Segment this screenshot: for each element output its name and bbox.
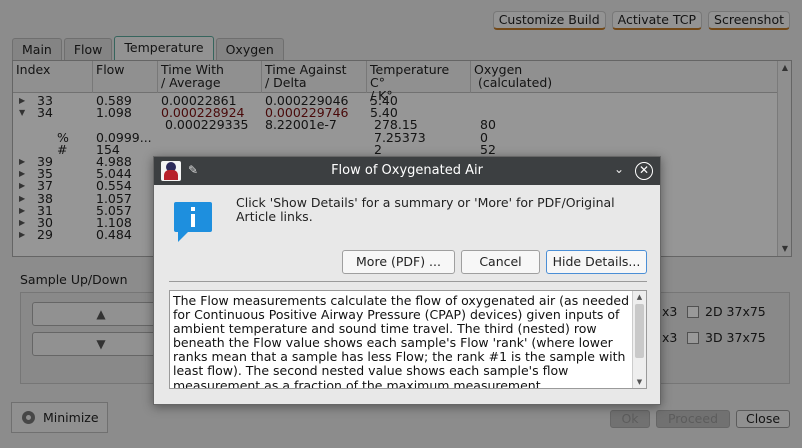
- scroll-down-icon[interactable]: ▼: [633, 376, 646, 388]
- hide-details-button[interactable]: Hide Details...: [546, 250, 647, 274]
- details-scrollbar[interactable]: ▲ ▼: [632, 291, 646, 388]
- dialog-title: Flow of Oxygenated Air: [331, 163, 483, 178]
- more-pdf-button[interactable]: More (PDF) ...: [342, 250, 455, 274]
- divider: [169, 281, 647, 282]
- info-icon: [172, 202, 216, 245]
- close-icon[interactable]: ✕: [635, 162, 653, 180]
- details-textarea[interactable]: The Flow measurements calculate the flow…: [169, 290, 647, 389]
- dialog-message: Click 'Show Details' for a summary or 'M…: [236, 195, 615, 224]
- dialog-titlebar[interactable]: ✎ Flow of Oxygenated Air ⌄ ✕: [154, 157, 660, 185]
- cancel-button[interactable]: Cancel: [461, 250, 540, 274]
- chevron-down-icon[interactable]: ⌄: [614, 162, 624, 176]
- info-dialog: ✎ Flow of Oxygenated Air ⌄ ✕ Click 'Show…: [153, 156, 661, 405]
- scroll-thumb[interactable]: [635, 304, 644, 358]
- scroll-up-icon[interactable]: ▲: [633, 291, 646, 303]
- details-text: The Flow measurements calculate the flow…: [173, 293, 630, 389]
